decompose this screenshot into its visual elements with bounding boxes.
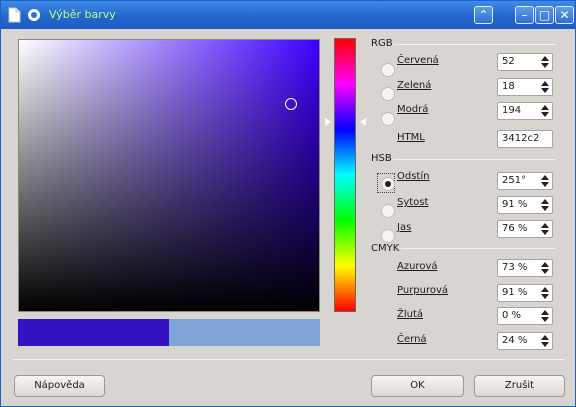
brightness-value: 76 % <box>502 223 528 234</box>
color-cursor[interactable] <box>285 98 297 110</box>
blue-radio[interactable] <box>381 112 395 126</box>
yellow-value: 0 % <box>502 310 522 321</box>
green-spinbox[interactable]: 18 <box>497 78 553 96</box>
ok-button[interactable]: OK <box>371 375 464 397</box>
hue-radio[interactable] <box>381 177 395 191</box>
footer-divider <box>13 359 565 360</box>
spin-arrows-icon[interactable] <box>540 198 550 212</box>
saturation-label: Sytost <box>397 197 429 208</box>
saturation-brightness-field[interactable] <box>18 39 320 312</box>
spin-arrows-icon[interactable] <box>540 55 550 69</box>
spin-arrows-icon[interactable] <box>540 334 550 348</box>
red-value: 52 <box>502 56 515 67</box>
cyan-value: 73 % <box>502 262 528 273</box>
brightness-radio[interactable] <box>381 229 395 243</box>
html-label: HTML <box>397 132 425 143</box>
cyan-label: Azurová <box>397 261 438 272</box>
saturation-spinbox[interactable]: 91 % <box>497 196 553 214</box>
green-value: 18 <box>502 81 515 92</box>
hue-slider-marker-right[interactable] <box>360 118 366 126</box>
blue-value: 194 <box>502 105 522 116</box>
magenta-spinbox[interactable]: 91 % <box>497 284 553 302</box>
red-spinbox[interactable]: 52 <box>497 53 553 71</box>
document-icon <box>8 7 21 23</box>
cmyk-group-divider <box>401 248 555 249</box>
minimize-button[interactable]: – <box>515 6 534 24</box>
html-hex-input[interactable]: 3412c2 <box>497 130 553 148</box>
hue-spinbox[interactable]: 251° <box>497 172 553 190</box>
black-value: 24 % <box>502 335 528 346</box>
saturation-radio[interactable] <box>381 204 395 218</box>
spin-arrows-icon[interactable] <box>540 104 550 118</box>
window-title: Výběr barvy <box>49 8 116 21</box>
maximize-button[interactable]: □ <box>535 6 554 24</box>
app-menu-icon[interactable] <box>27 8 41 22</box>
yellow-label: Žlutá <box>397 309 424 320</box>
hsb-group-title: HSB <box>371 153 392 164</box>
help-button[interactable]: Nápověda <box>14 375 105 397</box>
magenta-label: Purpurová <box>397 285 449 296</box>
previous-color-preview <box>169 319 320 346</box>
red-radio[interactable] <box>381 63 395 77</box>
close-button[interactable]: ✕ <box>555 6 574 24</box>
html-hex-value: 3412c2 <box>502 133 540 144</box>
spin-arrows-icon[interactable] <box>540 261 550 275</box>
hue-label: Odstín <box>397 171 430 182</box>
hsb-group-divider <box>393 159 555 160</box>
title-bar[interactable]: Výběr barvy ⌃ – □ ✕ <box>1 1 575 29</box>
spin-arrows-icon[interactable] <box>540 80 550 94</box>
shade-button[interactable]: ⌃ <box>474 6 493 24</box>
black-label: Černá <box>397 334 427 345</box>
saturation-value: 91 % <box>502 199 528 210</box>
magenta-value: 91 % <box>502 287 528 298</box>
brightness-spinbox[interactable]: 76 % <box>497 220 553 238</box>
rgb-group-title: RGB <box>371 38 393 49</box>
hue-slider-marker-left[interactable] <box>325 118 331 126</box>
black-spinbox[interactable]: 24 % <box>497 332 553 350</box>
green-label: Zelená <box>397 80 432 91</box>
cmyk-group-title: CMYK <box>371 243 400 254</box>
spin-arrows-icon[interactable] <box>540 174 550 188</box>
spin-arrows-icon[interactable] <box>540 286 550 300</box>
hue-slider[interactable] <box>334 38 356 312</box>
red-label: Červená <box>397 55 439 66</box>
spin-arrows-icon[interactable] <box>540 222 550 236</box>
cyan-spinbox[interactable]: 73 % <box>497 259 553 277</box>
rgb-group-divider <box>393 44 555 45</box>
yellow-spinbox[interactable]: 0 % <box>497 307 553 325</box>
blue-spinbox[interactable]: 194 <box>497 102 553 120</box>
new-color-preview <box>18 319 169 346</box>
hue-value: 251° <box>502 175 527 186</box>
color-picker-dialog: Výběr barvy ⌃ – □ ✕ RGB Červená 52 Zelen… <box>0 0 576 407</box>
green-radio[interactable] <box>381 87 395 101</box>
cancel-button[interactable]: Zrušit <box>474 375 565 397</box>
blue-label: Modrá <box>397 104 429 115</box>
brightness-label: Jas <box>397 222 412 233</box>
spin-arrows-icon[interactable] <box>540 309 550 323</box>
